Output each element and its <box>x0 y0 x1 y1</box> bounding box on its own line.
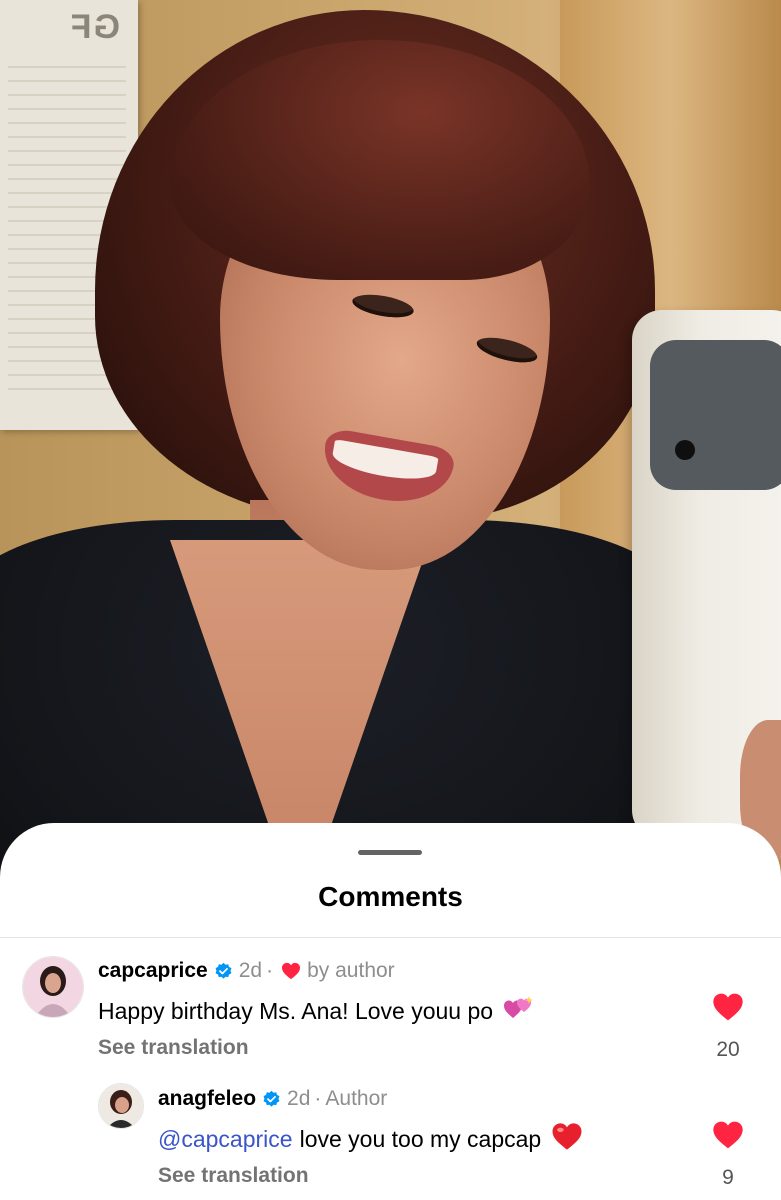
poster-text: GF <box>68 8 120 46</box>
like-heart-icon[interactable] <box>712 1120 744 1150</box>
see-translation-link[interactable]: See translation <box>158 1164 309 1188</box>
author-label: Author <box>325 1087 388 1110</box>
profile-photo-icon <box>99 1084 143 1128</box>
reply-item: anagfeleo 2d · Author @capcaprice love y… <box>0 823 781 1200</box>
comments-sheet: Comments capcaprice 2d · by author Happy… <box>0 823 781 1200</box>
camera-lens <box>675 440 695 460</box>
avatar[interactable] <box>98 1083 144 1129</box>
phone-camera <box>650 340 781 490</box>
like-count: 9 <box>722 1166 734 1189</box>
red-heart-emoji-icon <box>551 1122 583 1157</box>
reply-meta: anagfeleo 2d · Author <box>158 1087 388 1111</box>
reply-text: @capcaprice love you too my capcap <box>158 1122 583 1157</box>
mention-link[interactable]: @capcaprice <box>158 1126 293 1153</box>
username[interactable]: anagfeleo <box>158 1087 256 1111</box>
comment-time: 2d <box>287 1087 311 1110</box>
post-photo[interactable]: GF <box>0 0 781 880</box>
verified-badge-icon <box>263 1090 280 1107</box>
